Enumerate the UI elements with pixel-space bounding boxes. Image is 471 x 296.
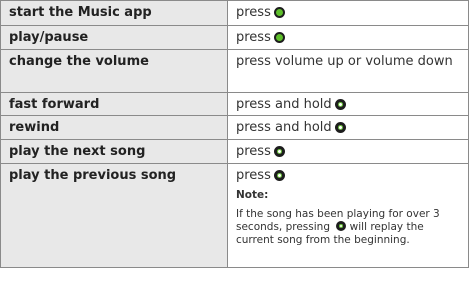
table-row: rewind press and hold bbox=[0, 116, 469, 140]
instruction-cell: press volume up or volume down bbox=[228, 50, 468, 92]
action-cell: fast forward bbox=[1, 93, 228, 115]
action-cell: play the previous song bbox=[1, 164, 228, 267]
instruction-text: press bbox=[236, 5, 271, 20]
click-wheel-ring-icon bbox=[273, 170, 285, 181]
instruction-cell: press bbox=[228, 26, 468, 49]
action-cell: change the volume bbox=[1, 50, 228, 92]
instruction-text: press and hold bbox=[236, 120, 332, 135]
click-wheel-ring-icon bbox=[334, 99, 346, 110]
table-row: start the Music app press bbox=[0, 0, 469, 26]
action-cell: start the Music app bbox=[1, 1, 228, 25]
action-cell: play the next song bbox=[1, 140, 228, 163]
instruction-cell: press and hold bbox=[228, 116, 468, 139]
action-cell: rewind bbox=[1, 116, 228, 139]
instruction-cell: press Note: If the song has been playing… bbox=[228, 164, 468, 267]
controls-table: start the Music app press play/pause pre… bbox=[0, 0, 469, 268]
table-row: fast forward press and hold bbox=[0, 93, 469, 116]
instruction-text: press bbox=[236, 30, 271, 45]
action-cell: play/pause bbox=[1, 26, 228, 49]
instruction-text: press and hold bbox=[236, 97, 332, 112]
table-row: play/pause press bbox=[0, 26, 469, 50]
table-row: play the previous song press Note: If th… bbox=[0, 164, 469, 268]
center-button-icon bbox=[273, 32, 285, 43]
instruction-text: press bbox=[236, 144, 271, 159]
table-row: play the next song press bbox=[0, 140, 469, 164]
instruction-cell: press bbox=[228, 140, 468, 163]
click-wheel-ring-icon bbox=[334, 122, 346, 133]
table-row: change the volume press volume up or vol… bbox=[0, 50, 469, 93]
center-button-icon bbox=[273, 7, 285, 18]
click-wheel-ring-icon bbox=[336, 221, 347, 231]
note-text: If the song has been playing for over 3 … bbox=[236, 208, 462, 247]
instruction-text: press volume up or volume down bbox=[236, 54, 453, 69]
instruction-cell: press bbox=[228, 1, 468, 25]
click-wheel-ring-icon bbox=[273, 146, 285, 157]
instruction-cell: press and hold bbox=[228, 93, 468, 115]
note-label: Note: bbox=[236, 189, 269, 201]
instruction-text: press bbox=[236, 168, 271, 183]
